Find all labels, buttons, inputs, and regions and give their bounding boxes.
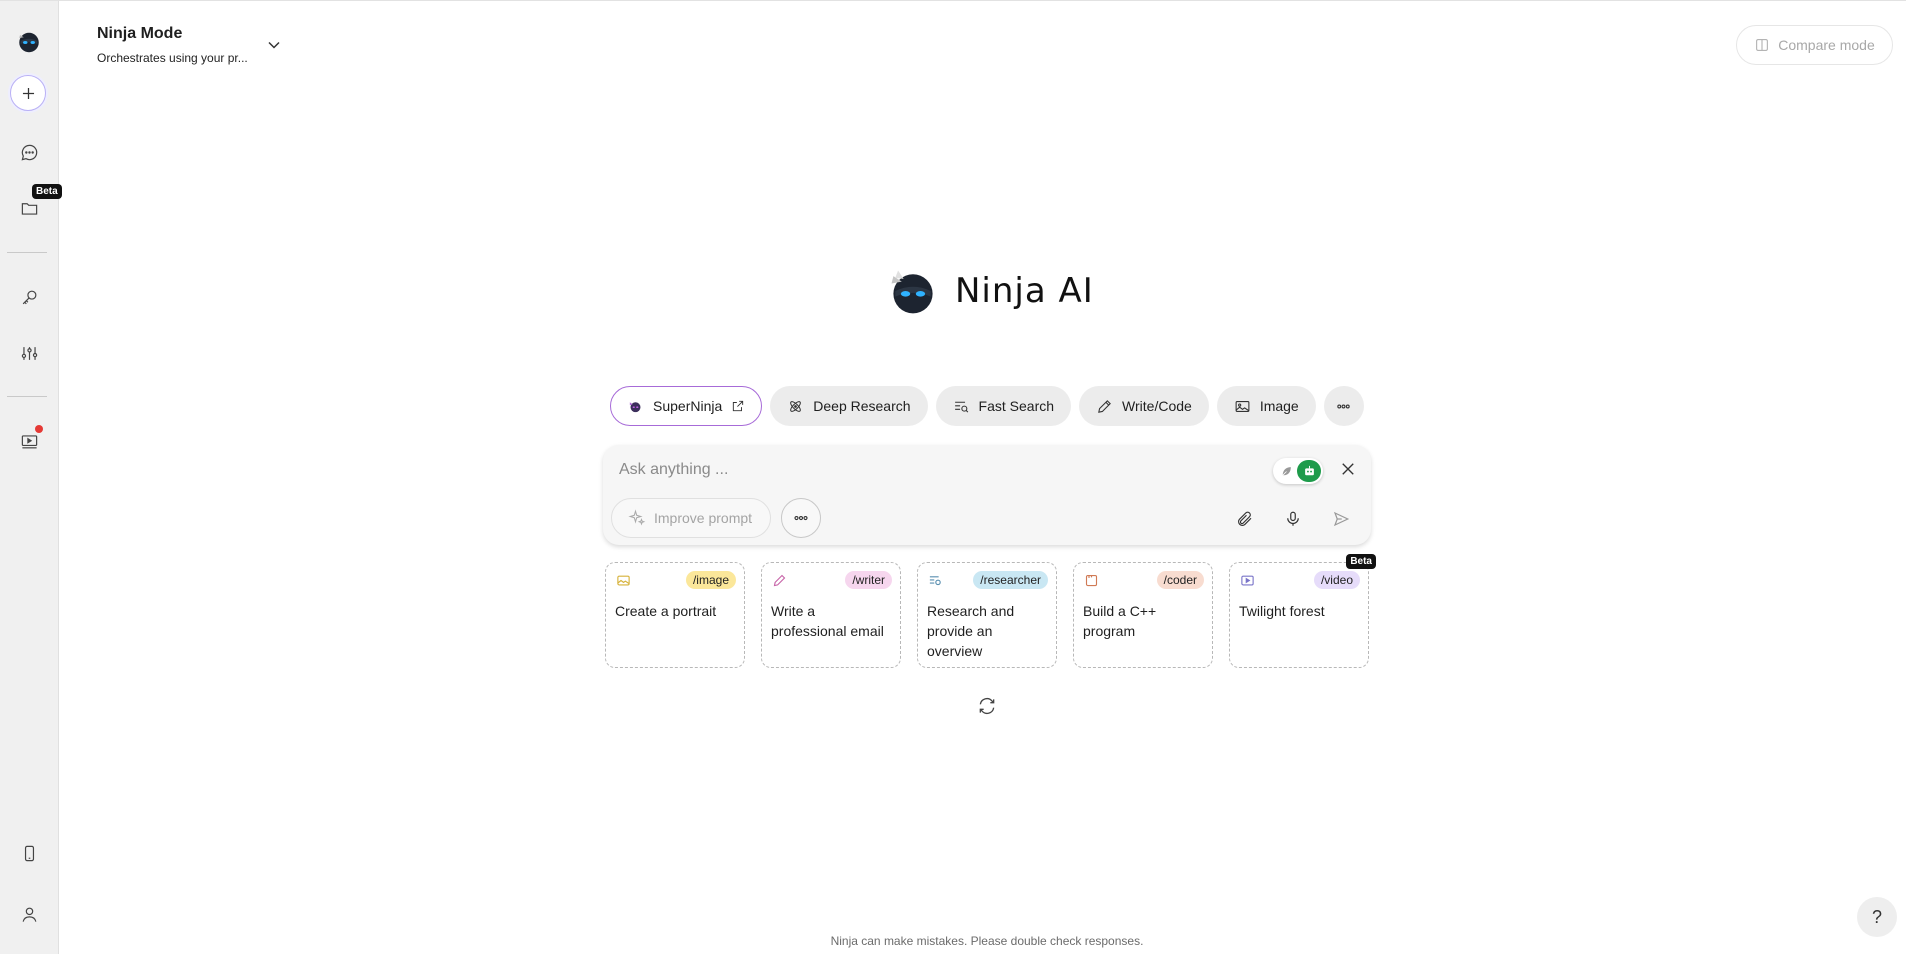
mode-title[interactable]: Ninja Mode xyxy=(97,25,182,43)
more-dots-icon xyxy=(1337,404,1350,408)
profile-button[interactable] xyxy=(9,894,49,934)
suggestion-cards: /image Create a portrait /writer Write a… xyxy=(605,554,1376,668)
search-list-icon xyxy=(929,576,941,586)
key-icon xyxy=(22,290,36,304)
robot-icon xyxy=(1297,460,1321,482)
superninja-button[interactable]: SuperNinja xyxy=(610,386,763,426)
superninja-label: SuperNinja xyxy=(653,398,723,414)
atom-icon xyxy=(790,400,802,412)
microphone-button[interactable] xyxy=(1281,507,1305,531)
plus-icon xyxy=(22,87,34,99)
write-code-button[interactable]: Write/Code xyxy=(1079,386,1209,426)
help-button[interactable]: ? xyxy=(1857,897,1897,937)
disclaimer: Ninja can make mistakes. Please double c… xyxy=(830,934,1144,948)
more-tools-button[interactable] xyxy=(1323,386,1364,426)
card-text: Create a portrait xyxy=(615,603,717,619)
improve-prompt-label: Improve prompt xyxy=(654,510,753,526)
new-chat-button[interactable] xyxy=(10,75,46,111)
video-tutorials-button[interactable] xyxy=(9,421,49,461)
image-label: Image xyxy=(1259,398,1299,414)
columns-icon xyxy=(1756,39,1769,51)
image-icon xyxy=(1235,400,1250,412)
card-text: Twilight forest xyxy=(1239,603,1325,619)
ninja-logo-icon xyxy=(891,270,933,314)
chat-history-button[interactable] xyxy=(9,132,49,172)
pencil-icon xyxy=(773,574,786,587)
video-icon xyxy=(21,434,37,448)
compare-mode-button[interactable]: Compare mode xyxy=(1736,25,1893,65)
superninja-icon xyxy=(629,401,641,412)
fast-search-button[interactable]: Fast Search xyxy=(935,386,1072,426)
fast-search-label: Fast Search xyxy=(978,398,1055,414)
sliders-icon xyxy=(21,346,37,360)
image-button[interactable]: Image xyxy=(1216,386,1316,426)
card-text: Build a C++ program xyxy=(1083,603,1157,639)
card-text: Write a professional email xyxy=(771,603,884,639)
prompt-box: Improve prompt xyxy=(603,445,1371,545)
suggestion-card-coder[interactable]: /coder Build a C++ program xyxy=(1073,562,1213,668)
tool-chips: SuperNinja Deep Research Fast Search Wri… xyxy=(610,386,1364,426)
attach-button[interactable] xyxy=(1233,507,1257,531)
card-tag: /video xyxy=(1313,571,1360,589)
deep-research-label: Deep Research xyxy=(813,398,911,414)
phone-icon xyxy=(24,845,34,861)
beta-badge: Beta xyxy=(1346,554,1376,569)
chevron-down-icon[interactable] xyxy=(264,35,284,55)
send-button[interactable] xyxy=(1329,507,1353,531)
video-icon xyxy=(1241,575,1254,586)
brand-name: Ninja AI xyxy=(955,271,1094,311)
sidebar-divider xyxy=(7,252,47,253)
ask-input[interactable] xyxy=(619,457,1219,483)
refresh-icon[interactable] xyxy=(977,696,997,716)
leaf-icon xyxy=(1277,462,1295,480)
write-code-label: Write/Code xyxy=(1122,398,1192,414)
notification-dot xyxy=(35,425,43,433)
beta-badge: Beta xyxy=(32,184,62,199)
more-dots-icon xyxy=(794,515,808,521)
more-options-button[interactable] xyxy=(781,498,821,538)
mode-subtitle[interactable]: Orchestrates using your pr... xyxy=(97,51,248,65)
microphone-icon xyxy=(1287,511,1299,526)
sparkle-icon xyxy=(628,509,646,526)
folder-icon xyxy=(21,202,37,215)
external-link-icon xyxy=(733,400,744,412)
card-text: Research and provide an overview xyxy=(927,603,1015,659)
suggestion-card-image[interactable]: /image Create a portrait xyxy=(605,562,745,668)
close-icon[interactable] xyxy=(1336,457,1360,481)
access-keys-button[interactable] xyxy=(9,277,49,317)
search-list-icon xyxy=(954,401,968,413)
ninja-logo-icon[interactable] xyxy=(9,21,49,61)
improve-prompt-button[interactable]: Improve prompt xyxy=(611,498,771,538)
suggestion-card-video[interactable]: /video Twilight forest Beta xyxy=(1229,554,1376,668)
card-tag: /researcher xyxy=(973,571,1048,589)
suggestion-card-researcher[interactable]: /researcher Research and provide an over… xyxy=(917,562,1057,668)
card-tag: /coder xyxy=(1156,571,1204,589)
code-icon xyxy=(1085,574,1098,587)
send-icon xyxy=(1333,511,1350,527)
sidebar-divider xyxy=(7,396,47,397)
brand: Ninja AI xyxy=(885,263,1094,319)
suggestion-card-writer[interactable]: /writer Write a professional email xyxy=(761,562,901,668)
mobile-app-button[interactable] xyxy=(9,833,49,873)
image-icon xyxy=(617,575,630,586)
sidebar: Beta xyxy=(0,1,62,954)
chat-icon xyxy=(21,144,37,160)
user-icon xyxy=(22,907,36,922)
settings-button[interactable] xyxy=(9,333,49,373)
compare-mode-label: Compare mode xyxy=(1778,37,1875,53)
pencil-icon xyxy=(1098,399,1111,413)
mode-toggle[interactable] xyxy=(1273,458,1323,484)
paperclip-icon xyxy=(1238,511,1252,526)
deep-research-button[interactable]: Deep Research xyxy=(770,386,928,426)
card-tag: /image xyxy=(685,571,736,589)
card-tag: /writer xyxy=(845,571,892,589)
